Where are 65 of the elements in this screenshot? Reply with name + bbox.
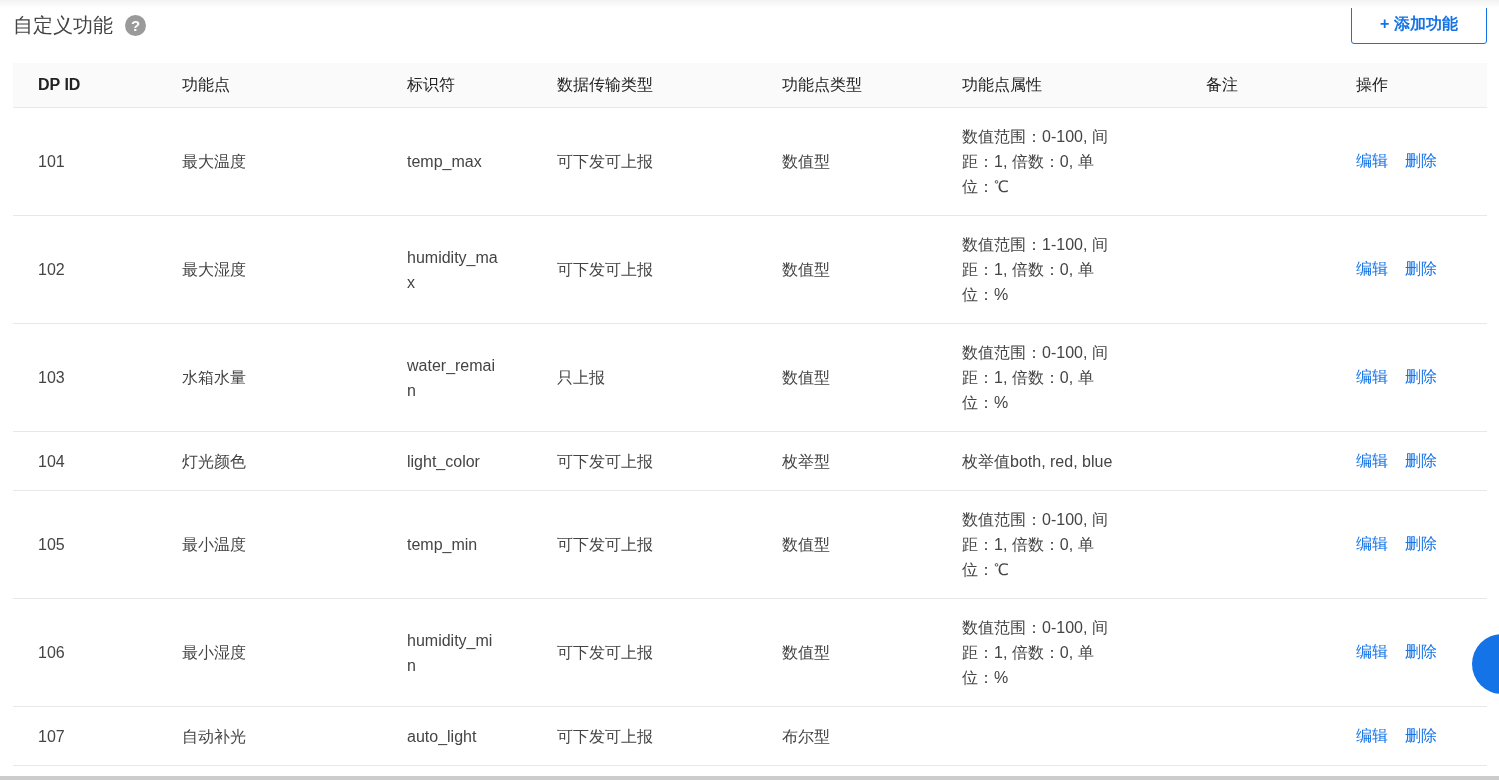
column-header: 备注: [1206, 75, 1238, 93]
edit-link[interactable]: 编辑: [1356, 450, 1388, 472]
function-name-cell: 水箱水量: [182, 369, 246, 386]
column-header: 标识符: [407, 75, 455, 93]
edit-link[interactable]: 编辑: [1356, 534, 1388, 555]
transfer-type-cell: 可下发可上报: [557, 261, 653, 278]
identifier-cell-text: humidity_max: [407, 247, 499, 293]
section-title: 自定义功能: [13, 12, 113, 38]
function-type-cell: 枚举型: [782, 452, 830, 470]
transfer-type-cell: 可下发可上报: [557, 644, 653, 661]
dp-id-cell: 103: [38, 369, 65, 386]
identifier-cell-text: water_remain: [407, 355, 497, 401]
function-name-cell: 自动补光: [182, 727, 246, 745]
function-type-cell: 数值型: [782, 369, 830, 386]
dp-id-cell: 104: [38, 452, 65, 470]
function-type-cell: 数值型: [782, 644, 830, 661]
function-name-cell: 最小温度: [182, 536, 246, 553]
column-header: 功能点类型: [782, 75, 862, 93]
dp-id-cell: 101: [38, 153, 65, 170]
identifier-cell-text: temp_max: [407, 152, 482, 172]
delete-link[interactable]: 删除: [1405, 259, 1437, 280]
attributes-cell-text: 数值范围：0-100, 间距：1, 倍数：0, 单位：℃: [962, 510, 1109, 580]
attributes-cell-text: 数值范围：0-100, 间距：1, 倍数：0, 单位：℃: [962, 127, 1109, 197]
column-header: 功能点: [182, 75, 230, 93]
attributes-cell-text: 数值范围：0-100, 间距：1, 倍数：0, 单位：%: [962, 618, 1109, 688]
transfer-type-cell: 只上报: [557, 369, 605, 386]
function-type-cell: 数值型: [782, 153, 830, 170]
transfer-type-cell: 可下发可上报: [557, 727, 653, 745]
edit-link[interactable]: 编辑: [1356, 725, 1388, 747]
transfer-type-cell: 可下发可上报: [557, 452, 653, 470]
edit-link[interactable]: 编辑: [1356, 367, 1388, 388]
delete-link[interactable]: 删除: [1405, 367, 1437, 388]
transfer-type-cell: 可下发可上报: [557, 153, 653, 170]
attributes-cell-text: 数值范围：1-100, 间距：1, 倍数：0, 单位：%: [962, 235, 1109, 305]
help-icon[interactable]: ?: [125, 14, 146, 36]
attributes-cell-text: 数值范围：0-100, 间距：1, 倍数：0, 单位：%: [962, 343, 1109, 413]
column-header: 功能点属性: [962, 75, 1042, 93]
dp-id-cell: 102: [38, 261, 65, 278]
column-header: 操作: [1356, 75, 1388, 93]
dp-id-cell: 106: [38, 644, 65, 661]
identifier-cell-text: temp_min: [407, 535, 478, 555]
delete-link[interactable]: 删除: [1405, 450, 1437, 472]
function-name-cell: 最大湿度: [182, 261, 246, 278]
function-type-cell: 数值型: [782, 536, 830, 553]
identifier-cell-text: humidity_min: [407, 630, 494, 676]
function-type-cell: 布尔型: [782, 727, 830, 745]
edit-link[interactable]: 编辑: [1356, 151, 1388, 172]
function-type-cell: 数值型: [782, 261, 830, 278]
dp-id-cell: 105: [38, 536, 65, 553]
attributes-cell-text: 枚举值both, red, blue: [962, 451, 1113, 472]
delete-link[interactable]: 删除: [1405, 642, 1437, 663]
transfer-type-cell: 可下发可上报: [557, 536, 653, 553]
identifier-cell-text: auto_light: [407, 726, 477, 747]
column-header: DP ID: [38, 76, 81, 93]
identifier-cell-text: light_color: [407, 451, 480, 472]
edit-link[interactable]: 编辑: [1356, 259, 1388, 280]
dp-id-cell: 107: [38, 727, 65, 745]
function-name-cell: 灯光颜色: [182, 452, 246, 470]
delete-link[interactable]: 删除: [1405, 534, 1437, 555]
function-name-cell: 最大温度: [182, 153, 246, 170]
delete-link[interactable]: 删除: [1405, 725, 1437, 747]
function-name-cell: 最小湿度: [182, 644, 246, 661]
column-header: 数据传输类型: [557, 75, 653, 93]
edit-link[interactable]: 编辑: [1356, 642, 1388, 663]
delete-link[interactable]: 删除: [1405, 151, 1437, 172]
